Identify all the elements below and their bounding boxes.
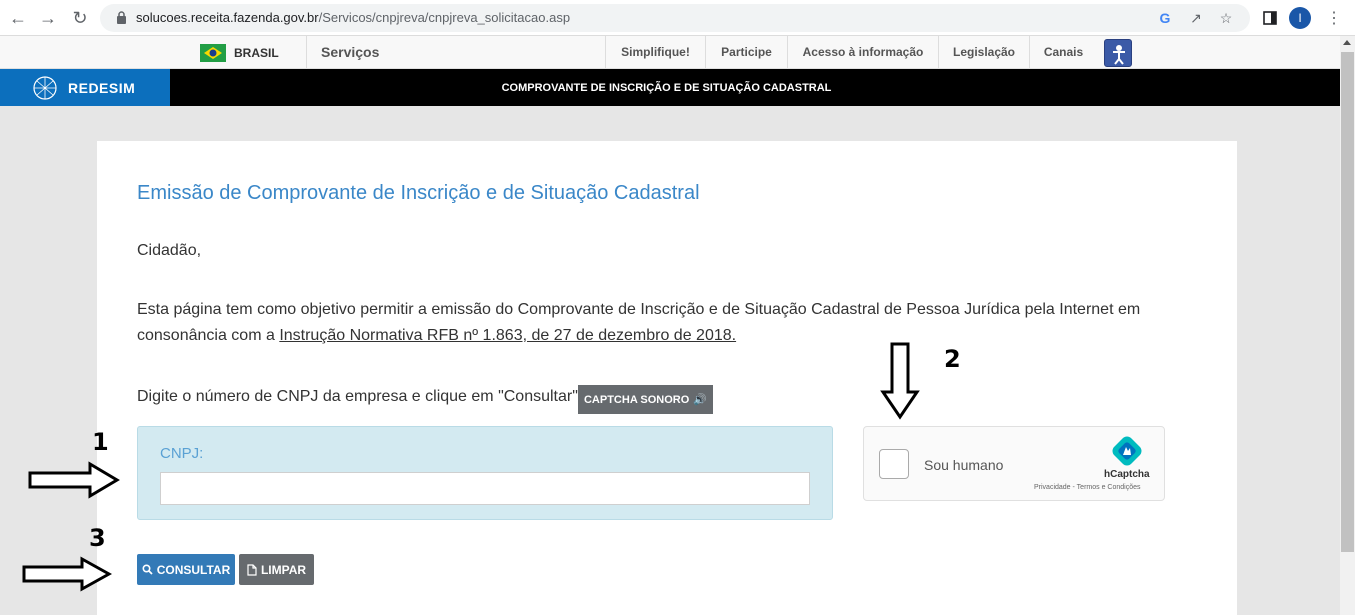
hcaptcha-logo-icon bbox=[1112, 436, 1142, 466]
brazil-flag-icon bbox=[200, 44, 226, 62]
intro-paragraph: Esta página tem como objetivo permitir a… bbox=[137, 297, 1157, 349]
page-header-title: COMPROVANTE DE INSCRIÇÃO E DE SITUAÇÃO C… bbox=[501, 82, 832, 94]
instruction-text: Digite o número de CNPJ da empresa e cli… bbox=[137, 388, 583, 405]
cnpj-label: CNPJ: bbox=[160, 445, 204, 462]
gov-link-participe[interactable]: Participe bbox=[705, 36, 787, 68]
captcha-audio-button[interactable]: CAPTCHA SONORO 🔊 bbox=[578, 385, 713, 414]
search-icon bbox=[142, 564, 153, 575]
google-icon[interactable]: G bbox=[1156, 9, 1174, 27]
gov-link-simplifique[interactable]: Simplifique! bbox=[605, 36, 705, 68]
arrow-down-icon bbox=[880, 342, 920, 420]
address-bar[interactable]: solucoes.receita.fazenda.gov.br/Servicos… bbox=[100, 4, 1250, 32]
gov-bar: BRASIL Serviços Simplifique! Participe A… bbox=[0, 36, 1340, 69]
gov-link-canais[interactable]: Canais bbox=[1029, 36, 1097, 68]
star-icon[interactable]: ☆ bbox=[1217, 9, 1235, 27]
scrollbar-thumb[interactable] bbox=[1341, 52, 1354, 552]
document-icon bbox=[247, 563, 257, 576]
consultar-button[interactable]: CONSULTAR bbox=[137, 554, 235, 585]
redesim-logo[interactable]: REDESIM bbox=[0, 69, 170, 106]
redesim-emblem-icon bbox=[33, 76, 57, 100]
reload-icon[interactable]: ↻ bbox=[69, 7, 91, 29]
country-label[interactable]: BRASIL bbox=[234, 46, 279, 60]
lock-icon bbox=[117, 11, 126, 24]
greeting-text: Cidadão, bbox=[137, 242, 202, 259]
redesim-header: REDESIM COMPROVANTE DE INSCRIÇÃO E DE SI… bbox=[0, 69, 1340, 106]
hcaptcha-widget: Sou humano hCaptcha Privacidade - Termos… bbox=[863, 426, 1165, 501]
annotation-step-1: 1 bbox=[92, 428, 109, 456]
forward-icon[interactable]: → bbox=[37, 7, 59, 29]
limpar-button[interactable]: LIMPAR bbox=[239, 554, 314, 585]
side-panel-icon[interactable] bbox=[1259, 7, 1281, 29]
menu-icon[interactable]: ⋮ bbox=[1323, 7, 1345, 29]
speaker-icon: 🔊 bbox=[693, 394, 708, 406]
hcaptcha-brand: hCaptcha bbox=[1104, 469, 1150, 480]
annotation-step-3: 3 bbox=[89, 524, 106, 552]
gov-link-legislacao[interactable]: Legislação bbox=[938, 36, 1029, 68]
cnpj-input[interactable] bbox=[160, 472, 810, 505]
browser-toolbar: ← → ↻ solucoes.receita.fazenda.gov.br/Se… bbox=[0, 0, 1355, 36]
page-title: Emissão de Comprovante de Inscrição e de… bbox=[137, 182, 700, 204]
url-text: solucoes.receita.fazenda.gov.br/Servicos… bbox=[136, 10, 571, 25]
annotation-step-2: 2 bbox=[944, 345, 961, 373]
gov-link-acesso[interactable]: Acesso à informação bbox=[787, 36, 938, 68]
arrow-right-icon bbox=[28, 461, 120, 499]
services-link[interactable]: Serviços bbox=[306, 36, 393, 68]
back-icon[interactable]: ← bbox=[7, 7, 29, 29]
content-card: Emissão de Comprovante de Inscrição e de… bbox=[97, 141, 1237, 615]
cnpj-form-panel: CNPJ: bbox=[137, 426, 833, 520]
arrow-right-icon bbox=[22, 556, 112, 592]
hcaptcha-label: Sou humano bbox=[924, 457, 1004, 473]
hcaptcha-links[interactable]: Privacidade - Termos e Condições bbox=[1034, 484, 1140, 491]
profile-avatar[interactable]: I bbox=[1289, 7, 1311, 29]
scroll-up-icon[interactable] bbox=[1343, 40, 1351, 45]
hcaptcha-checkbox[interactable] bbox=[879, 449, 909, 479]
accessibility-icon[interactable] bbox=[1104, 39, 1132, 67]
instrucao-normativa-link[interactable]: Instrução Normativa RFB nº 1.863, de 27 … bbox=[279, 327, 736, 344]
share-icon[interactable]: ↗ bbox=[1187, 9, 1205, 27]
